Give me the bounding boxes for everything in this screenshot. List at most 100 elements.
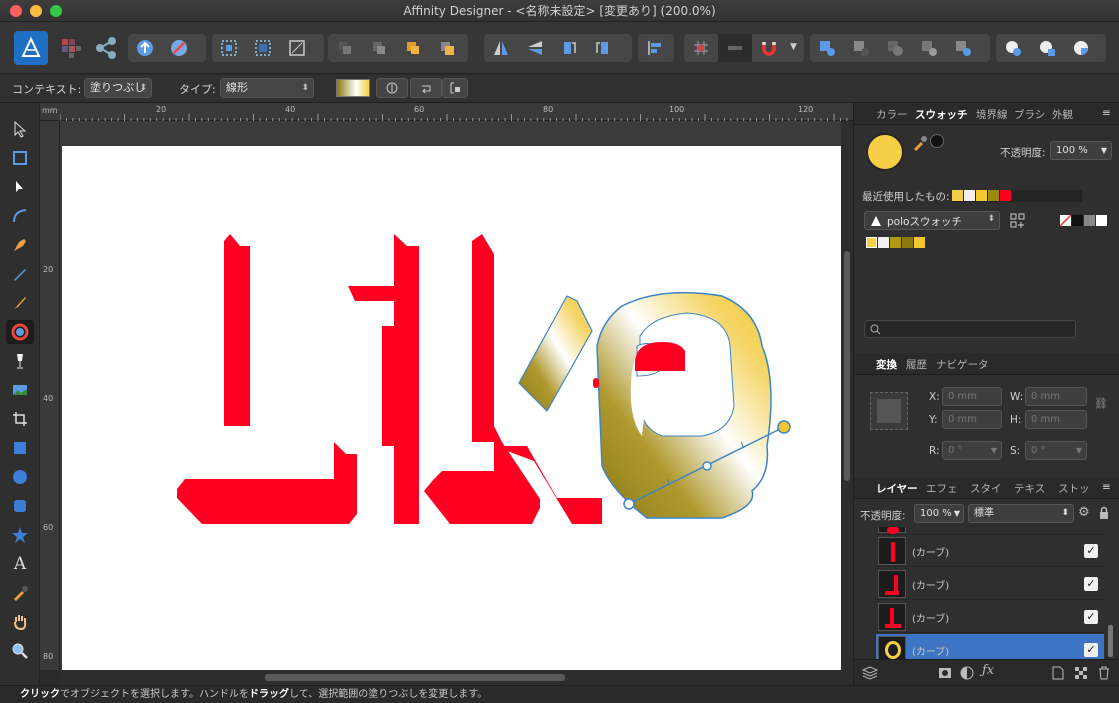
black-swatch[interactable]: [1072, 215, 1083, 226]
select-bounds-icon[interactable]: [246, 34, 280, 62]
zoom-window-button[interactable]: [50, 5, 62, 17]
letter-k[interactable]: [424, 234, 602, 524]
palette-select[interactable]: poloスウォッチ ⬍: [864, 211, 1000, 230]
type-select[interactable]: 線形 ⬍: [220, 78, 314, 98]
color-picker-tool[interactable]: [6, 581, 34, 605]
letter-k-gradient-arm[interactable]: [518, 295, 593, 412]
tab-appearance[interactable]: 外観: [1052, 107, 1073, 122]
tab-brushes[interactable]: ブラシ: [1014, 107, 1045, 122]
anchor-selector[interactable]: [870, 392, 908, 430]
artboard-tool[interactable]: [6, 146, 34, 170]
transparency-tool[interactable]: [6, 349, 34, 373]
trash-icon[interactable]: [1098, 666, 1110, 683]
tab-text-styles[interactable]: テキス: [1014, 481, 1045, 496]
recent-swatch[interactable]: [952, 190, 963, 201]
layer-row[interactable]: (カーブ) ✓: [876, 568, 1104, 600]
xor-boolean-icon[interactable]: [912, 34, 946, 62]
none-swatch[interactable]: [1059, 214, 1072, 227]
brush-tool[interactable]: [6, 291, 34, 315]
panel-menu-icon[interactable]: ≡: [1102, 107, 1111, 119]
tab-effects[interactable]: エフェ: [926, 481, 958, 496]
horizontal-scroll-thumb[interactable]: [265, 674, 565, 681]
letter-L[interactable]: [177, 234, 357, 524]
layer-row[interactable]: (カーブ) ✓: [876, 535, 1104, 567]
star-tool[interactable]: [6, 523, 34, 547]
tab-history[interactable]: 履歴: [906, 357, 927, 372]
letter-e[interactable]: [593, 291, 772, 519]
snap-dropdown-icon[interactable]: ▼: [790, 42, 797, 52]
fill-color-well[interactable]: [866, 133, 904, 171]
blend-mode-select[interactable]: 標準 ⬍: [968, 504, 1074, 523]
ellipse-tool[interactable]: [6, 465, 34, 489]
align-icon[interactable]: [638, 34, 672, 62]
horizontal-scrollbar[interactable]: [60, 670, 853, 685]
snap-options-icon[interactable]: [718, 34, 752, 62]
flip-vertical-icon[interactable]: [518, 34, 552, 62]
minimize-window-button[interactable]: [30, 5, 42, 17]
swatch-opacity-input[interactable]: 100 % ▼: [1050, 141, 1112, 160]
palette-swatch[interactable]: [914, 237, 925, 248]
zoom-tool[interactable]: [6, 639, 34, 663]
layer-row-selected[interactable]: (カーブ) ✓: [876, 634, 1104, 659]
upload-icon[interactable]: [128, 34, 162, 62]
move-to-back-icon[interactable]: [328, 34, 362, 62]
tab-stock[interactable]: ストッ: [1058, 481, 1090, 496]
artwork[interactable]: [62, 146, 841, 670]
export-persona-icon[interactable]: [93, 35, 119, 64]
subtract-boolean-icon[interactable]: [844, 34, 878, 62]
link-aspect-icon[interactable]: ⛓: [1094, 397, 1108, 410]
place-image-tool[interactable]: [6, 378, 34, 402]
context-select[interactable]: 塗りつぶし ⬍: [84, 78, 152, 98]
geometry-intersect-icon[interactable]: [1064, 34, 1098, 62]
palette-swatch[interactable]: [890, 237, 901, 248]
fill-tool[interactable]: [6, 320, 34, 344]
assistant-icon[interactable]: [162, 34, 196, 62]
recent-swatch[interactable]: [976, 190, 987, 201]
swatch-search-input[interactable]: [864, 320, 1076, 338]
geometry-add-icon[interactable]: [996, 34, 1030, 62]
recent-swatch[interactable]: [988, 190, 999, 201]
tab-transform[interactable]: 変換: [876, 357, 897, 372]
w-input[interactable]: 0 mm: [1025, 387, 1087, 406]
flip-horizontal-icon[interactable]: [484, 34, 518, 62]
add-layer-icon[interactable]: [1052, 666, 1064, 683]
snapping-magnet-icon[interactable]: [752, 34, 786, 62]
intersect-boolean-icon[interactable]: [878, 34, 912, 62]
lock-aspect-button[interactable]: [442, 78, 468, 98]
rounded-rectangle-tool[interactable]: [6, 494, 34, 518]
palette-swatch[interactable]: [902, 237, 913, 248]
rotate-cw-icon[interactable]: [586, 34, 620, 62]
rectangle-tool[interactable]: [6, 436, 34, 460]
layer-row[interactable]: (カーブ) ✓: [876, 601, 1104, 633]
palette-swatch[interactable]: [878, 237, 889, 248]
layers-stack-icon[interactable]: [861, 666, 879, 683]
adjustment-icon[interactable]: [960, 666, 974, 683]
rotation-input[interactable]: 0 ° ▼: [942, 441, 1002, 460]
grid-icon[interactable]: [684, 34, 718, 62]
move-to-front-icon[interactable]: [430, 34, 464, 62]
tab-color[interactable]: カラー: [876, 107, 908, 122]
move-back-icon[interactable]: [362, 34, 396, 62]
gear-icon[interactable]: ⚙: [1078, 505, 1090, 520]
letter-i[interactable]: [348, 234, 432, 524]
pen-tool[interactable]: [6, 233, 34, 257]
move-tool[interactable]: [6, 117, 34, 141]
layer-visibility-checkbox[interactable]: ✓: [1084, 544, 1098, 558]
transform-icon[interactable]: [280, 34, 314, 62]
text-tool[interactable]: A: [6, 552, 34, 576]
rotate-ccw-icon[interactable]: [552, 34, 586, 62]
palette-options-icon[interactable]: [1010, 213, 1026, 232]
white-swatch[interactable]: [1096, 215, 1107, 226]
pixel-persona-icon[interactable]: [58, 35, 84, 64]
add-boolean-icon[interactable]: [810, 34, 844, 62]
select-all-icon[interactable]: [212, 34, 246, 62]
pencil-tool[interactable]: [6, 262, 34, 286]
view-tool[interactable]: [6, 610, 34, 634]
gradient-preview-button[interactable]: [336, 79, 370, 97]
tab-stroke[interactable]: 境界線: [976, 107, 1008, 122]
eyedropper-icon[interactable]: [912, 135, 928, 154]
vertical-scroll-thumb[interactable]: [844, 251, 850, 481]
y-input[interactable]: 0 mm: [942, 410, 1002, 429]
vertical-scrollbar[interactable]: [841, 121, 853, 670]
h-input[interactable]: 0 mm: [1025, 410, 1087, 429]
